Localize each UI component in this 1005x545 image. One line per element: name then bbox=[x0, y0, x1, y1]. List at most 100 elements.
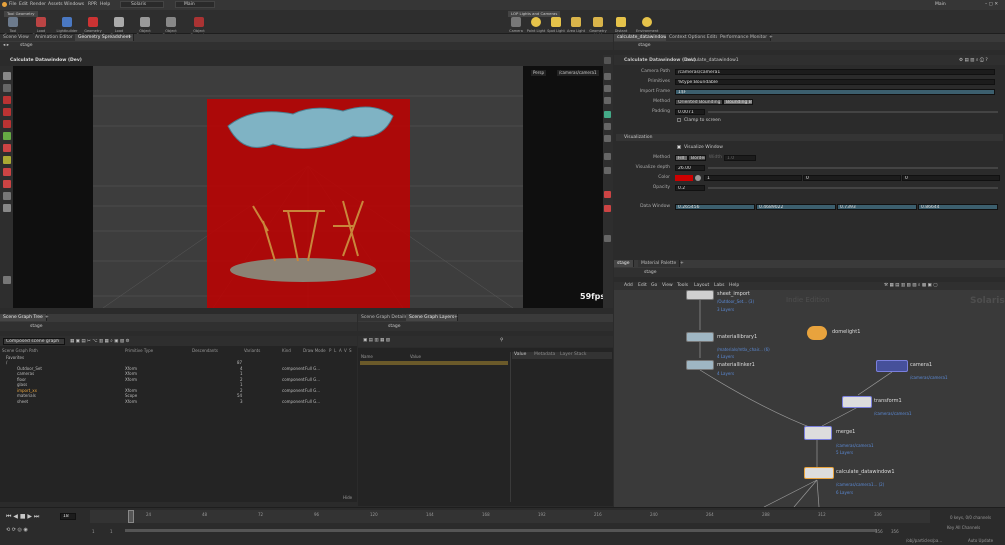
vis-width-field[interactable]: 1.0 bbox=[724, 155, 756, 161]
menu-help[interactable]: Help bbox=[100, 2, 110, 7]
display-option-icon[interactable] bbox=[604, 205, 611, 212]
data-window-y-field[interactable]: 0.4689022 bbox=[756, 204, 836, 210]
move-tool-icon[interactable] bbox=[3, 96, 11, 104]
add-tab-icon[interactable]: + bbox=[45, 315, 49, 320]
gear-icon[interactable] bbox=[604, 57, 611, 64]
tab-stage[interactable]: stage bbox=[614, 260, 634, 267]
display-option-icon[interactable] bbox=[604, 153, 611, 160]
scene-details-path[interactable]: stage bbox=[388, 324, 401, 329]
snap-tool-icon[interactable] bbox=[3, 180, 11, 188]
display-option-icon[interactable] bbox=[604, 73, 611, 80]
display-option-icon[interactable] bbox=[604, 123, 611, 130]
desktop-select[interactable]: Solaris bbox=[120, 1, 164, 8]
node-materiallinker1[interactable] bbox=[686, 360, 714, 370]
visualization-section[interactable]: Visualization bbox=[616, 134, 1003, 141]
vis-fill-button[interactable]: Fill bbox=[675, 155, 688, 161]
net-menu-tools[interactable]: Tools bbox=[677, 283, 688, 288]
scene-tree-tool-icons[interactable]: ▦ ▣ ▤ ✂ ⌥ ▥ ▦ ⌕ ▣ ▧ ⚙ bbox=[70, 338, 130, 344]
net-menu-labs[interactable]: Labs bbox=[714, 283, 724, 288]
display-option-icon[interactable] bbox=[604, 111, 611, 118]
display-option-icon[interactable] bbox=[604, 85, 611, 92]
details-tool-icons[interactable]: ▣ ▤ ▥ ▦ ▧ bbox=[363, 338, 390, 343]
padding-slider[interactable] bbox=[708, 111, 998, 113]
tab-scene-graph-details[interactable]: Scene Graph Details bbox=[358, 314, 411, 321]
back-icon[interactable]: ◂ ▸ bbox=[3, 43, 9, 48]
tab-performance-monitor[interactable]: Performance Monitor bbox=[717, 34, 772, 41]
menu-render[interactable]: Render bbox=[30, 2, 46, 7]
net-menu-edit[interactable]: Edit bbox=[638, 283, 647, 288]
import-frame-field[interactable]: 1$F bbox=[675, 89, 995, 95]
add-tab-icon[interactable]: + bbox=[769, 35, 773, 40]
padding-field[interactable]: 0.0071 bbox=[675, 109, 705, 115]
rotate-tool-icon[interactable] bbox=[3, 108, 11, 116]
menu-edit[interactable]: Edit bbox=[19, 2, 28, 7]
opacity-slider[interactable] bbox=[708, 187, 998, 189]
menu-rpr[interactable]: RPR bbox=[88, 2, 97, 7]
data-window-x-field[interactable]: 0.265456 bbox=[675, 204, 755, 210]
add-tab-icon[interactable]: + bbox=[128, 35, 132, 40]
method-oriented-button[interactable]: Oriented Bounding Box bbox=[675, 99, 723, 105]
clamp-checkbox[interactable] bbox=[677, 118, 681, 122]
edit-tool-icon[interactable] bbox=[3, 168, 11, 176]
view-tool-icon[interactable] bbox=[3, 204, 11, 212]
method-bbox-button[interactable]: Bounding Box bbox=[723, 99, 753, 105]
table-row[interactable]: glass 1 bbox=[0, 382, 355, 387]
window-controls[interactable]: – ▢ ✕ bbox=[985, 2, 998, 7]
tab-value[interactable]: Value bbox=[514, 352, 526, 357]
tab-scene-graph-layers[interactable]: Scene Graph Layers bbox=[406, 314, 459, 321]
camera-tool-icon[interactable] bbox=[3, 276, 11, 284]
data-window-w-field[interactable]: 0.86644 bbox=[918, 204, 998, 210]
data-window-z-field[interactable]: 0.7393 bbox=[837, 204, 917, 210]
current-frame-field[interactable]: 18 bbox=[60, 513, 76, 520]
display-option-icon[interactable] bbox=[604, 191, 611, 198]
hide-button[interactable]: Hide bbox=[343, 495, 352, 500]
handle-tool-icon[interactable] bbox=[3, 144, 11, 152]
main-select[interactable]: Main bbox=[175, 1, 215, 8]
tab-context-options[interactable]: Context Options Editor bbox=[666, 34, 725, 41]
table-row[interactable]: /87 bbox=[0, 360, 355, 365]
scene-filter-select[interactable]: Composed scene graph bbox=[3, 338, 65, 345]
node-name-field[interactable]: calculate_datawindow1 bbox=[686, 58, 739, 63]
viewport-path[interactable]: stage bbox=[20, 43, 33, 48]
tab-geometry-spreadsheet[interactable]: Geometry Spreadsheet bbox=[75, 34, 135, 41]
lock-icon[interactable] bbox=[3, 84, 11, 92]
tab-scene-graph-tree[interactable]: Scene Graph Tree bbox=[0, 314, 47, 321]
net-menu-layout[interactable]: Layout bbox=[694, 283, 709, 288]
color-picker-icon[interactable] bbox=[695, 175, 701, 181]
range-slider[interactable] bbox=[125, 529, 877, 532]
display-option-icon[interactable] bbox=[604, 135, 611, 142]
display-option-icon[interactable] bbox=[604, 167, 611, 174]
tab-scene-view[interactable]: Scene View bbox=[0, 34, 33, 41]
camera-menu[interactable]: /cameras/camera1 bbox=[557, 70, 599, 76]
params-path[interactable]: stage bbox=[638, 43, 651, 48]
network-toolbar-icons[interactable]: ⚒ ▦ ▤ ▥ ▧ ▨ ⌕ ▩ ▣ ▢ bbox=[884, 282, 937, 288]
menu-file[interactable]: File bbox=[9, 2, 17, 7]
range-end[interactable]: 356 bbox=[875, 529, 883, 534]
node-domelight1[interactable] bbox=[807, 326, 827, 340]
houdini-logo[interactable] bbox=[2, 2, 7, 7]
network-editor[interactable]: Indie Edition Solaris sheet_import /Outd… bbox=[614, 290, 1005, 507]
node-calculate-datawindow1[interactable] bbox=[804, 467, 834, 479]
select-tool-icon[interactable] bbox=[3, 72, 11, 80]
display-option-icon[interactable] bbox=[604, 235, 611, 242]
color-g-field[interactable]: 0 bbox=[803, 175, 901, 181]
table-row[interactable]: sheet Xform 3 component Full G... bbox=[0, 399, 355, 404]
table-row[interactable]: materials Scope 54 bbox=[0, 393, 355, 398]
selected-attr-row[interactable] bbox=[360, 361, 508, 365]
playback-controls[interactable]: ⏮ ◀ ■ ▶ ⏭ bbox=[6, 513, 39, 521]
tab-layer-stack[interactable]: Layer Stack bbox=[560, 352, 586, 357]
key-all-button[interactable]: Key All Channels bbox=[947, 525, 980, 530]
scale-tool-icon[interactable] bbox=[3, 120, 11, 128]
playhead[interactable] bbox=[128, 510, 134, 523]
tab-calculate-datawindow[interactable]: calculate_datawindow1 bbox=[614, 34, 674, 41]
color-r-field[interactable]: 1 bbox=[704, 175, 802, 181]
node-materiallibrary1[interactable] bbox=[686, 332, 714, 342]
primitives-field[interactable]: %type:Boundable bbox=[675, 79, 995, 85]
vis-border-button[interactable]: Border bbox=[688, 155, 706, 161]
display-option-icon[interactable] bbox=[604, 97, 611, 104]
vis-depth-slider[interactable] bbox=[708, 167, 998, 169]
vis-depth-field[interactable]: 26.00 bbox=[675, 165, 705, 171]
table-row[interactable]: import_xx Xform 2 component Full G... bbox=[0, 388, 355, 393]
net-menu-go[interactable]: Go bbox=[651, 283, 657, 288]
range-start[interactable]: 1 bbox=[92, 529, 95, 534]
